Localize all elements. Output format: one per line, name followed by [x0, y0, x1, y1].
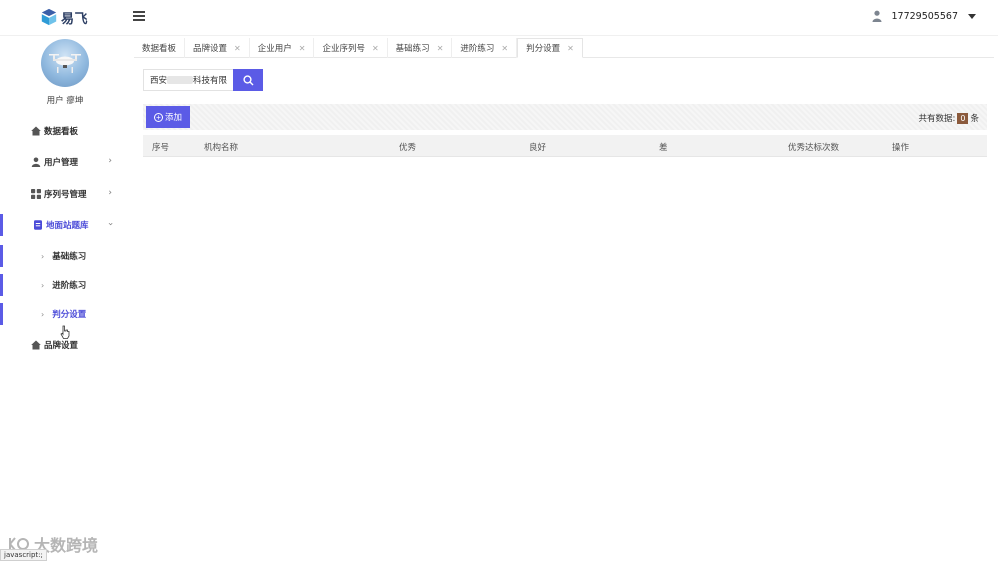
tab-label: 进阶练习 [460, 44, 495, 54]
plus-circle-icon: + [154, 112, 163, 122]
grid-icon [31, 189, 41, 199]
record-count: 共有数据: 0 条 [919, 112, 979, 124]
close-icon[interactable]: ✕ [437, 44, 444, 53]
sidebar-item-dashboard[interactable]: 数据看板 [0, 120, 130, 142]
menu-toggle-icon[interactable] [133, 11, 145, 21]
record-count-prefix: 共有数据: [918, 114, 956, 124]
home-icon [31, 126, 41, 136]
column-header-excellent-count: 优秀达标次数 [788, 143, 840, 153]
user-icon [872, 10, 881, 22]
add-button-label: 添加 [165, 112, 183, 122]
tab-label: 品牌设置 [193, 44, 228, 54]
close-icon[interactable]: ✕ [299, 44, 306, 53]
table-toolbar: + 添加 共有数据: 0 条 [143, 104, 987, 130]
sidebar-item-label: 序列号管理 [44, 190, 87, 200]
search-value-suffix: 科技有限 [192, 76, 227, 86]
chevron-down-icon[interactable] [968, 13, 976, 19]
home-icon [31, 340, 41, 350]
sidebar-subitem-label: 进阶练习 [52, 281, 87, 291]
sidebar-item-label: 品牌设置 [44, 341, 79, 351]
chevron-right-icon: › [108, 156, 112, 166]
tab-dashboard[interactable]: 数据看板 [134, 38, 186, 58]
tab-label: 基础练习 [395, 44, 430, 54]
top-bar: 易飞 17729505567 [0, 0, 998, 36]
tab-basic-practice[interactable]: 基础练习 ✕ [388, 38, 453, 58]
chevron-right-icon: › [41, 309, 45, 319]
sidebar-item-label: 数据看板 [44, 127, 79, 137]
user-phone: 17729505567 [891, 10, 959, 22]
close-icon[interactable]: ✕ [501, 44, 508, 53]
tab-advanced-practice[interactable]: 进阶练习 ✕ [452, 38, 518, 58]
search-button[interactable] [233, 69, 263, 91]
column-header-poor: 差 [659, 143, 668, 153]
table-header: 序号 机构名称 优秀 良好 差 优秀达标次数 操作 [143, 135, 987, 157]
sidebar-subitem-scoring-settings[interactable]: › 判分设置 [0, 303, 130, 325]
column-header-good: 良好 [529, 143, 547, 153]
redacted-text [167, 76, 193, 84]
sidebar-item-ground-station-bank[interactable]: 地面站题库 › [0, 214, 130, 236]
tab-enterprise-users[interactable]: 企业用户 ✕ [250, 38, 315, 58]
chevron-right-icon: › [108, 188, 112, 198]
tab-enterprise-serials[interactable]: 企业序列号 ✕ [314, 38, 388, 58]
avatar[interactable] [41, 39, 89, 87]
search-value-prefix: 西安 [150, 76, 168, 86]
app-logo[interactable]: 易飞 [40, 7, 88, 27]
tab-label: 判分设置 [526, 44, 561, 54]
sidebar-item-label: 用户管理 [44, 158, 79, 168]
sidebar: 用户 瘳坤 数据看板 用户管理 › 序列号管理 › 地面站题库 › › 基础练习… [0, 36, 130, 561]
tab-brand-settings[interactable]: 品牌设置 ✕ [185, 38, 250, 58]
main-content: 数据看板 品牌设置 ✕ 企业用户 ✕ 企业序列号 ✕ 基础练习 ✕ 进阶练习 ✕… [130, 36, 998, 561]
close-icon[interactable]: ✕ [567, 44, 574, 53]
tab-label: 企业用户 [257, 44, 292, 54]
chevron-right-icon: › [41, 280, 45, 290]
browser-status-bar: javascript:; [0, 549, 47, 561]
chevron-down-icon: › [105, 222, 116, 226]
sidebar-subitem-basic-practice[interactable]: › 基础练习 [0, 245, 130, 267]
tab-label: 数据看板 [142, 44, 177, 54]
chevron-right-icon: › [41, 251, 45, 261]
close-icon[interactable]: ✕ [372, 44, 379, 53]
column-header-index: 序号 [152, 143, 170, 153]
logo-cube-icon [41, 8, 57, 26]
column-header-actions: 操作 [892, 143, 910, 153]
sidebar-username: 用户 瘳坤 [46, 96, 84, 106]
column-header-excellent: 优秀 [399, 143, 417, 153]
tab-bar: 数据看板 品牌设置 ✕ 企业用户 ✕ 企业序列号 ✕ 基础练习 ✕ 进阶练习 ✕… [134, 38, 994, 58]
search-bar: 西安 科技有限 [143, 69, 263, 91]
hand-cursor-icon [60, 325, 70, 339]
user-menu[interactable]: 17729505567 [872, 10, 976, 22]
close-icon[interactable]: ✕ [234, 44, 241, 53]
sidebar-subitem-label: 基础练习 [52, 252, 87, 262]
drone-icon [49, 54, 81, 73]
search-icon [242, 74, 253, 85]
record-count-suffix: 条 [970, 114, 979, 124]
sidebar-item-label: 地面站题库 [46, 221, 89, 231]
tab-label: 企业序列号 [322, 44, 365, 54]
sidebar-subitem-advanced-practice[interactable]: › 进阶练习 [0, 274, 130, 296]
logo-text: 易飞 [61, 11, 89, 27]
column-header-org-name: 机构名称 [204, 143, 239, 153]
sidebar-item-serial-management[interactable]: 序列号管理 › [0, 183, 130, 205]
tab-scoring-settings[interactable]: 判分设置 ✕ [517, 38, 583, 58]
sidebar-subitem-label: 判分设置 [52, 310, 87, 320]
document-icon [34, 220, 42, 230]
user-icon [31, 157, 41, 167]
add-button[interactable]: + 添加 [146, 106, 191, 128]
sidebar-item-user-management[interactable]: 用户管理 › [0, 151, 130, 173]
record-count-badge: 0 [957, 112, 969, 124]
organization-search-input[interactable]: 西安 科技有限 [143, 69, 233, 91]
